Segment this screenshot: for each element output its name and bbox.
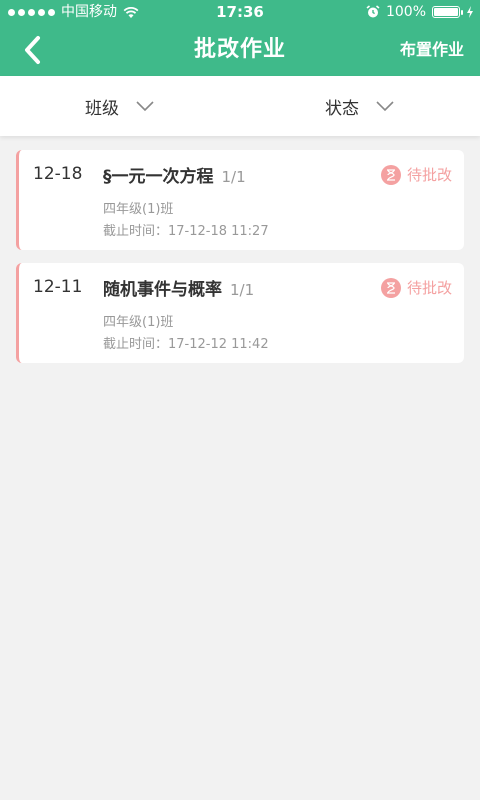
alarm-icon — [366, 5, 380, 18]
assignment-card[interactable]: 12-18 §一元一次方程 1/1 四年级(1)班 截止时间：17-12-18 … — [16, 150, 464, 250]
assignment-class: 四年级(1)班 — [103, 315, 174, 330]
assignment-title: 随机事件与概率 — [103, 280, 222, 300]
battery-icon — [432, 6, 463, 18]
status-badge: 待批改 — [380, 164, 452, 185]
filter-class-dropdown[interactable]: 班级 — [0, 76, 240, 136]
assignment-date: 12-11 — [33, 277, 83, 297]
hourglass-icon — [380, 164, 401, 185]
assignment-class: 四年级(1)班 — [103, 202, 174, 217]
nav-bar: 批改作业 布置作业 — [0, 24, 480, 76]
assignment-date: 12-18 — [33, 164, 83, 184]
header: 中国移动 17:36 100% 批改作业 布置作业 — [0, 0, 480, 76]
assign-homework-button[interactable]: 布置作业 — [400, 24, 464, 76]
assignment-list: 12-18 §一元一次方程 1/1 四年级(1)班 截止时间：17-12-18 … — [16, 150, 464, 376]
hourglass-icon — [380, 277, 401, 298]
status-label: 待批改 — [406, 279, 452, 297]
chevron-down-icon — [136, 101, 154, 112]
assignment-deadline: 截止时间：17-12-18 11:27 — [103, 224, 269, 239]
filter-status-dropdown[interactable]: 状态 — [240, 76, 480, 136]
assignment-title: §一元一次方程 — [103, 167, 214, 187]
filter-class-label: 班级 — [85, 98, 119, 119]
filter-bar: 班级 状态 — [0, 76, 480, 136]
charging-icon — [467, 6, 473, 18]
chevron-down-icon — [376, 101, 394, 112]
status-badge: 待批改 — [380, 277, 452, 298]
status-label: 待批改 — [406, 166, 452, 184]
submission-count: 1/1 — [230, 281, 255, 299]
battery-percent: 100% — [385, 4, 426, 20]
filter-status-label: 状态 — [325, 98, 359, 119]
submission-count: 1/1 — [221, 168, 246, 186]
assignment-card[interactable]: 12-11 随机事件与概率 1/1 四年级(1)班 截止时间：17-12-12 … — [16, 263, 464, 363]
status-bar: 中国移动 17:36 100% — [0, 0, 480, 24]
assignment-deadline: 截止时间：17-12-12 11:42 — [103, 337, 269, 352]
